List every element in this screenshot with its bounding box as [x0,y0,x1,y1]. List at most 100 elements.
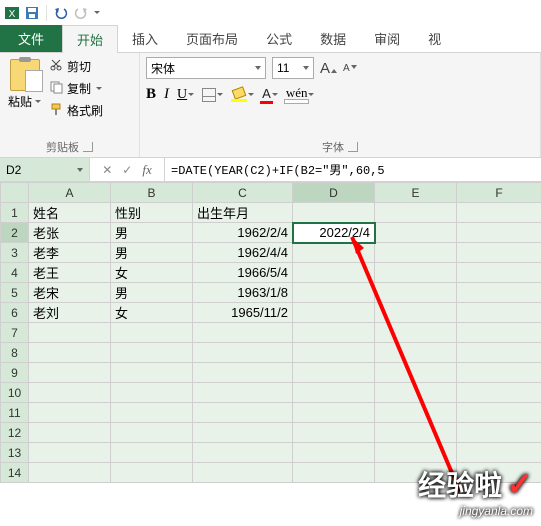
row-header[interactable]: 3 [1,243,29,263]
cell[interactable] [375,463,457,483]
cancel-icon[interactable]: ✕ [102,163,112,177]
tab-formulas[interactable]: 公式 [252,25,306,52]
cell[interactable] [111,323,193,343]
select-all-corner[interactable] [1,183,29,203]
cell[interactable] [111,383,193,403]
cell[interactable] [375,203,457,223]
fill-dropdown-icon[interactable] [248,93,254,96]
copy-button[interactable]: 复制 [47,79,105,98]
cell[interactable]: 性别 [111,203,193,223]
cell[interactable]: 男 [111,243,193,263]
cell[interactable] [29,443,111,463]
cell[interactable] [29,403,111,423]
row-header[interactable]: 4 [1,263,29,283]
underline-dropdown-icon[interactable] [188,93,194,96]
row-header[interactable]: 9 [1,363,29,383]
cell[interactable] [457,383,541,403]
cell[interactable] [375,323,457,343]
paste-button[interactable]: 粘贴 [6,57,43,120]
row-header[interactable]: 5 [1,283,29,303]
cell[interactable]: 出生年月 [193,203,293,223]
cell[interactable] [457,283,541,303]
col-header[interactable]: C [193,183,293,203]
font-launcher-icon[interactable] [348,142,358,152]
cell[interactable] [293,383,375,403]
cell[interactable] [193,343,293,363]
cell[interactable] [457,303,541,323]
font-color-button[interactable]: A [262,86,271,104]
cell[interactable] [293,303,375,323]
cut-button[interactable]: 剪切 [47,57,105,76]
cell[interactable] [457,363,541,383]
redo-icon[interactable] [73,5,89,21]
phonetic-button[interactable]: wén [286,85,308,104]
col-header[interactable]: D [293,183,375,203]
cell[interactable] [457,263,541,283]
tab-insert[interactable]: 插入 [118,25,172,52]
row-header[interactable]: 13 [1,443,29,463]
cell[interactable] [457,223,541,243]
cell[interactable] [293,463,375,483]
cell[interactable] [375,403,457,423]
confirm-icon[interactable]: ✓ [122,163,132,177]
cell[interactable] [375,243,457,263]
cell[interactable] [457,463,541,483]
col-header[interactable]: A [29,183,111,203]
cell[interactable]: 女 [111,303,193,323]
cell[interactable] [111,343,193,363]
cell[interactable] [193,403,293,423]
cell[interactable] [29,363,111,383]
cell[interactable] [193,443,293,463]
row-header[interactable]: 11 [1,403,29,423]
fontcolor-dropdown-icon[interactable] [272,93,278,96]
cell[interactable] [293,283,375,303]
row-header[interactable]: 12 [1,423,29,443]
cell[interactable] [375,443,457,463]
cell[interactable] [457,203,541,223]
row-header[interactable]: 2 [1,223,29,243]
cell[interactable] [193,463,293,483]
cell[interactable] [293,403,375,423]
cell[interactable] [457,443,541,463]
cell[interactable]: 男 [111,223,193,243]
col-header[interactable]: F [457,183,541,203]
save-icon[interactable] [24,5,40,21]
cell[interactable] [29,423,111,443]
cell[interactable] [375,223,457,243]
cell[interactable] [375,263,457,283]
format-painter-button[interactable]: 格式刷 [47,101,105,120]
tab-file[interactable]: 文件 [0,25,62,52]
cell[interactable]: 老李 [29,243,111,263]
cell[interactable] [193,363,293,383]
italic-button[interactable]: I [164,86,169,103]
tab-view[interactable]: 视 [414,25,455,52]
row-header[interactable]: 7 [1,323,29,343]
tab-review[interactable]: 审阅 [360,25,414,52]
cell[interactable] [111,443,193,463]
bold-button[interactable]: B [146,86,156,103]
cell[interactable] [111,423,193,443]
shrink-font-button[interactable]: A [343,63,357,74]
cell[interactable] [111,363,193,383]
borders-button[interactable] [202,88,216,102]
cell[interactable] [375,383,457,403]
cell[interactable]: 1965/11/2 [193,303,293,323]
cell[interactable]: 老王 [29,263,111,283]
cell[interactable] [193,323,293,343]
cell[interactable]: 姓名 [29,203,111,223]
font-name-select[interactable]: 宋体 [146,57,266,79]
cell[interactable] [375,283,457,303]
cell[interactable] [375,343,457,363]
cell[interactable]: 1962/4/4 [193,243,293,263]
row-header[interactable]: 10 [1,383,29,403]
cell[interactable] [193,423,293,443]
cell[interactable] [293,323,375,343]
cell[interactable] [29,463,111,483]
grow-font-button[interactable]: A [320,60,337,77]
name-box[interactable]: D2 [0,158,90,181]
col-header[interactable]: B [111,183,193,203]
tab-home[interactable]: 开始 [62,25,118,53]
cell[interactable] [457,323,541,343]
formula-bar[interactable]: =DATE(YEAR(C2)+IF(B2="男",60,5 [165,158,541,181]
cell[interactable] [457,423,541,443]
